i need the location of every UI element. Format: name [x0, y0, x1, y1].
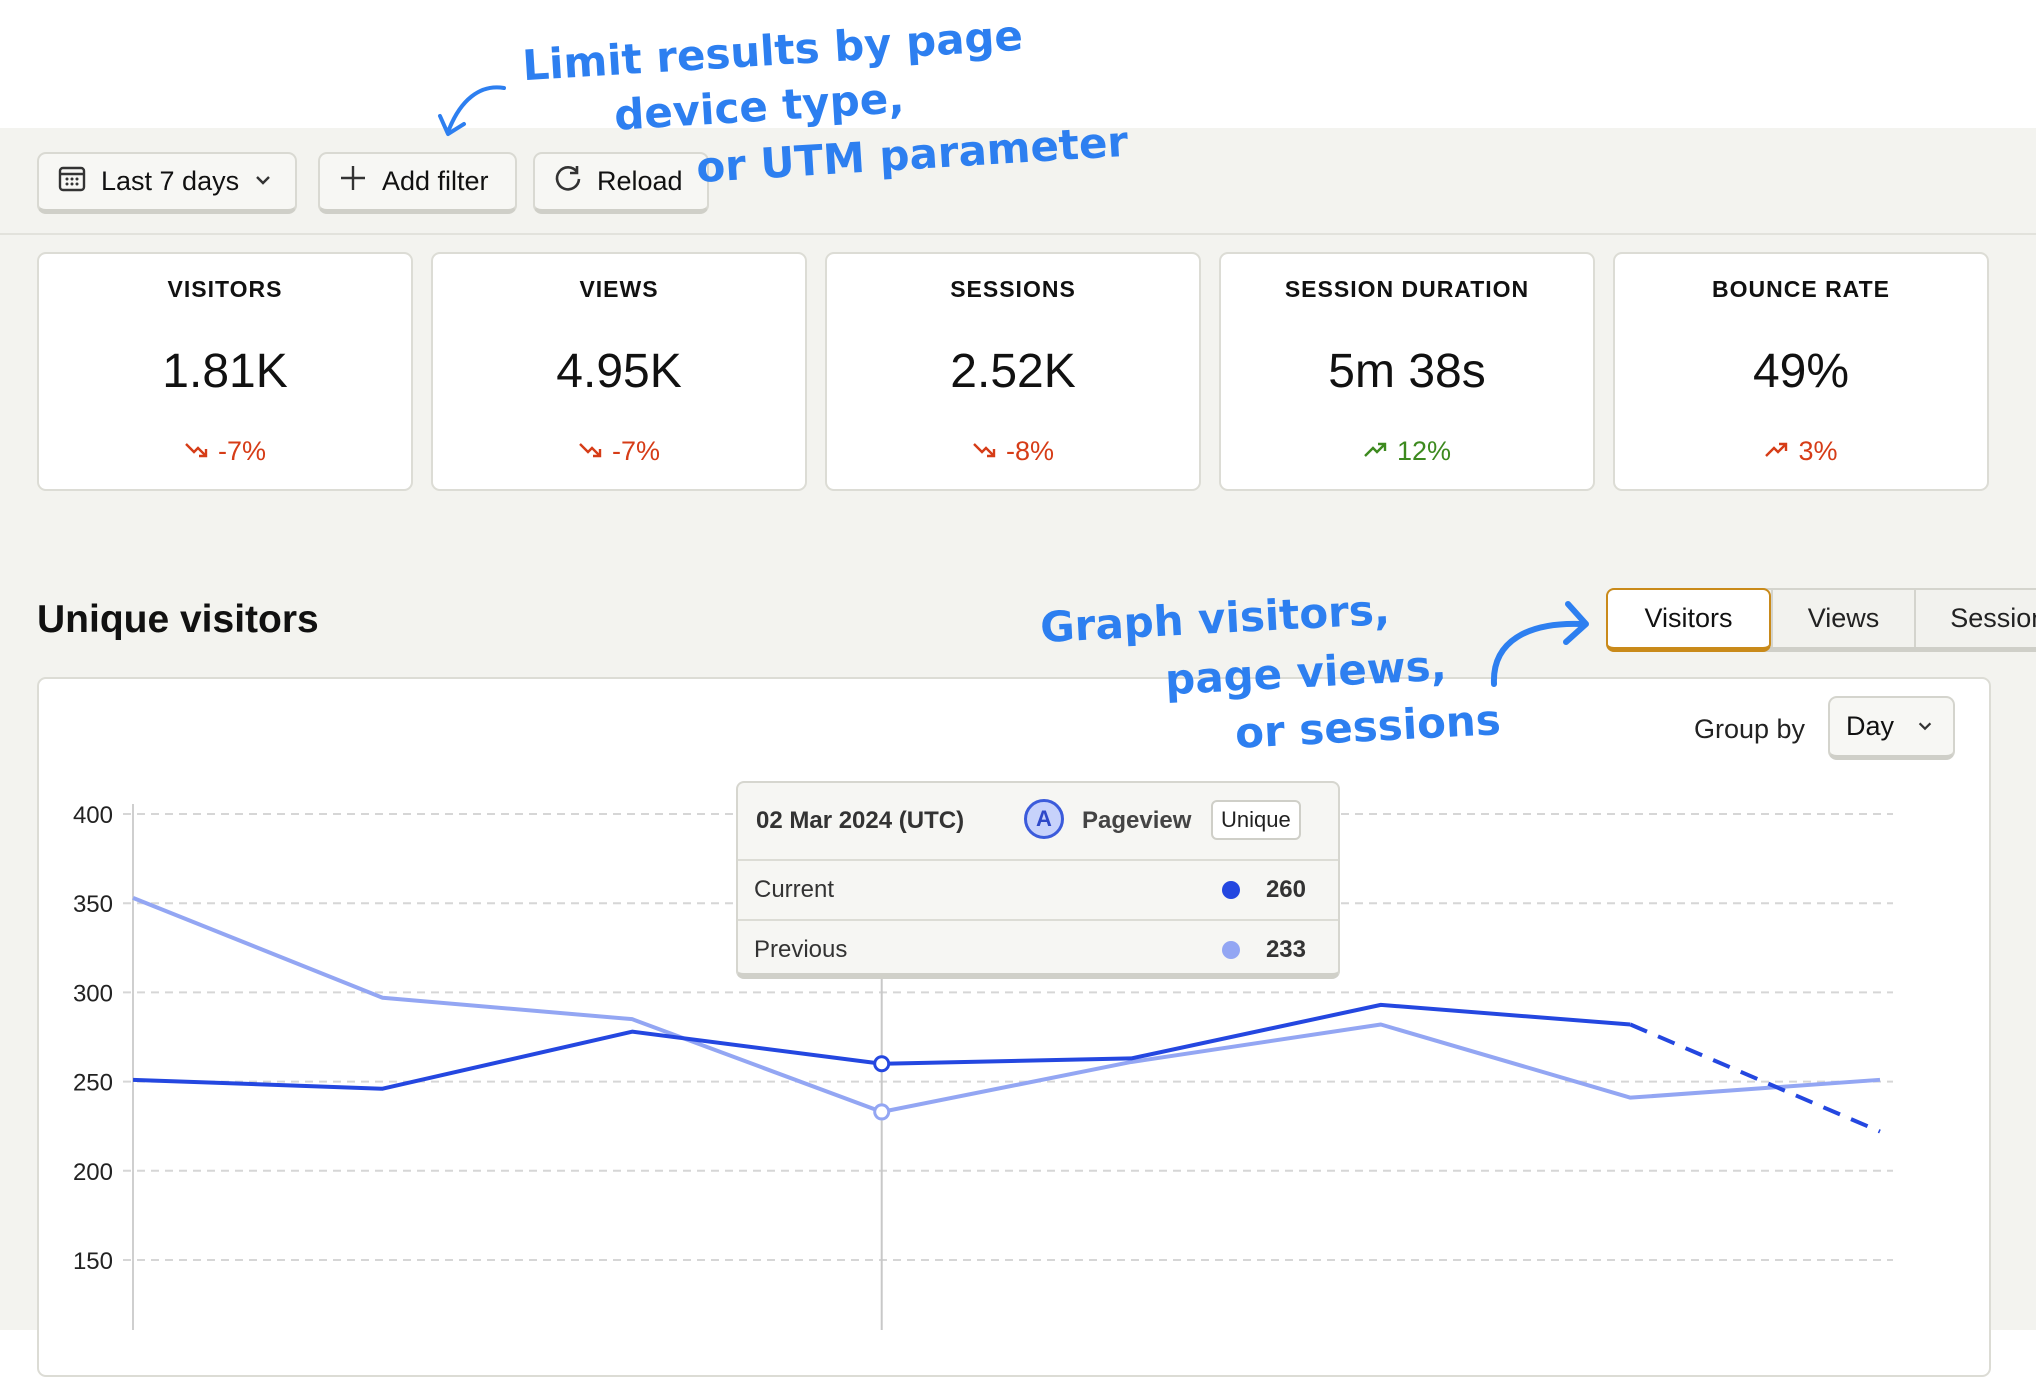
y-tick-label: 300 [73, 980, 113, 1007]
tooltip-event: Pageview [1082, 807, 1191, 835]
tooltip-row-current: Current 260 [738, 861, 1338, 921]
tooltip-row-value: 233 [1266, 936, 1306, 964]
y-tick-label: 150 [73, 1248, 113, 1275]
tooltip-row-label: Current [754, 876, 834, 904]
tooltip-row-value: 260 [1266, 876, 1306, 904]
tooltip-date: 02 Mar 2024 (UTC) [756, 807, 964, 835]
tooltip-row-previous: Previous 233 [738, 921, 1338, 979]
current-series-forecast-line [1630, 1025, 1880, 1132]
current-dot-icon [1222, 881, 1240, 899]
unique-visitors-chart: 150 200 250 300 350 400 [0, 0, 2036, 1330]
tooltip-mode-badge: Unique [1211, 800, 1301, 840]
y-tick-label: 250 [73, 1070, 113, 1097]
tooltip-header: 02 Mar 2024 (UTC) A Pageview Unique [738, 783, 1338, 861]
previous-dot-icon [1222, 941, 1240, 959]
y-tick-label: 200 [73, 1159, 113, 1186]
tooltip-row-label: Previous [754, 936, 847, 964]
current-data-point [875, 1057, 889, 1071]
y-tick-label: 350 [73, 891, 113, 918]
series-badge: A [1024, 799, 1064, 839]
chart-tooltip: 02 Mar 2024 (UTC) A Pageview Unique Curr… [736, 781, 1340, 979]
y-tick-label: 400 [73, 802, 113, 829]
previous-data-point [875, 1105, 889, 1119]
